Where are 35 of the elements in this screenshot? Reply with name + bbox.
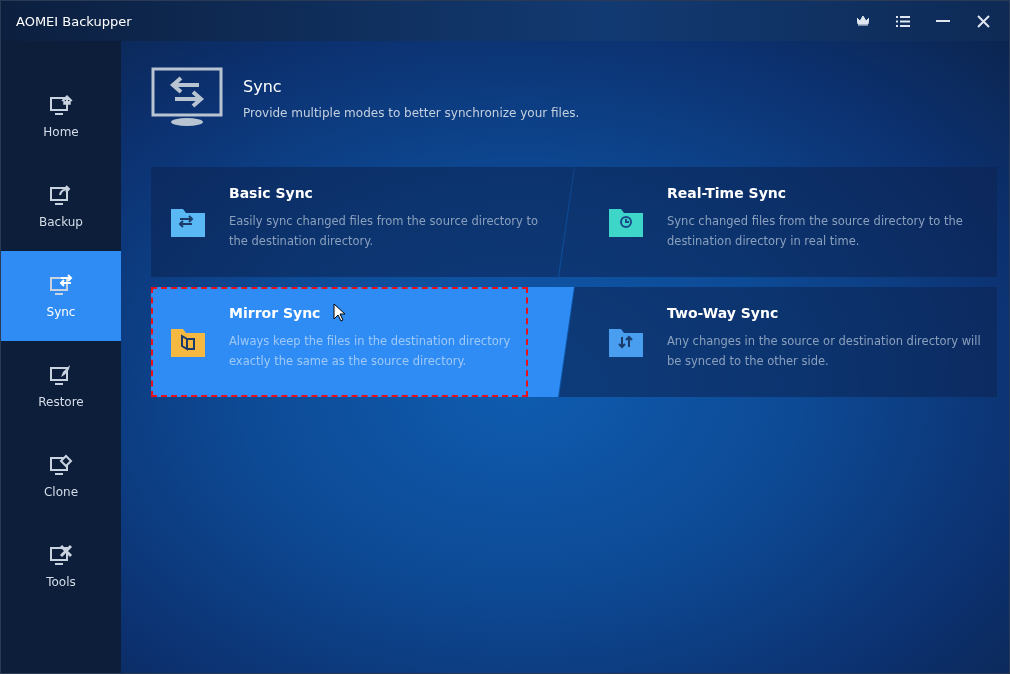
tools-icon [49,543,73,567]
page-subtitle: Provide multiple modes to better synchronize your files. [243,106,580,120]
card-description: Always keep the files in the destination directory exactly the same as the source directory. [229,333,512,370]
sidebar-item[interactable]: Clone [1,431,121,521]
window-title: AOMEI Backupper [16,13,133,29]
sync-icon [49,273,73,297]
sidebar-item[interactable]: Restore [1,341,121,431]
card-title: Basic Sync [229,185,313,201]
card-title: Real-Time Sync [667,185,787,201]
home-icon [49,93,73,117]
card-description: Sync changed files from the source directory to the destination directory in real time. [667,213,964,250]
restore-icon [49,363,73,387]
card-description: Easily sync changed files from the source directory to the destination directory. [229,213,540,250]
card-description: Any changes in the source or destination directory will be synced to the other side. [667,333,982,370]
page-title: Sync [243,77,283,96]
mirror-folder-icon [171,327,205,357]
menu-icon [896,15,910,27]
sync-monitor-icon [151,67,223,127]
mouse-cursor-icon [333,303,345,322]
sync-folder-icon [171,207,205,237]
sync-mode-card[interactable]: Real-Time Sync Sync changed files from the source directory to the destination directory in real time. [559,167,997,277]
share-arrow-icon [49,183,73,207]
arrows-folder-icon [609,327,643,357]
sidebar-item[interactable]: Backup [1,161,121,251]
minimize-icon [936,20,950,22]
close-icon [976,14,990,28]
card-title: Mirror Sync [229,305,321,321]
sidebar-item[interactable]: Home [1,71,121,161]
crown-icon [857,16,869,26]
card-title: Two-Way Sync [667,305,779,321]
clone-icon [49,453,73,477]
sync-mode-card[interactable]: Basic Sync Easily sync changed files from the source directory to the destination directory. [151,167,574,277]
clock-folder-icon [609,207,643,237]
sidebar-item[interactable]: Tools [1,521,121,611]
sync-mode-card[interactable]: Two-Way Sync Any changes in the source or destination directory will be synced to the other side. [559,287,997,397]
